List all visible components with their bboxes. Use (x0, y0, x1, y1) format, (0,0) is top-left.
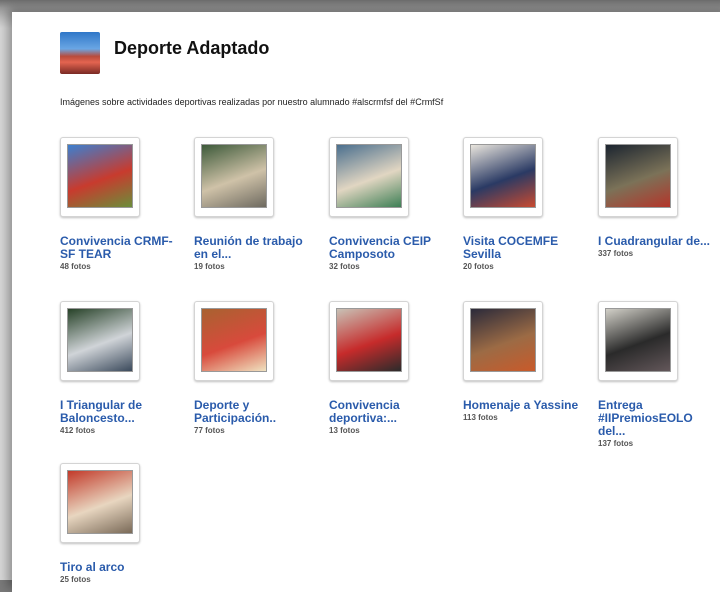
album-photo-count: 412 fotos (60, 426, 96, 435)
album-title[interactable]: Deporte y Participación.. 77 fotos (194, 398, 312, 436)
album-photo-count: 19 fotos (194, 262, 225, 271)
album-photo (470, 308, 536, 372)
album-title[interactable]: I Cuadrangular de... 337 fotos (598, 234, 716, 259)
album-thumbnail[interactable] (463, 137, 543, 217)
album-title-text: Convivencia deportiva:... (329, 398, 400, 425)
album-thumbnail[interactable] (60, 137, 140, 217)
collection-cover-image (60, 32, 100, 74)
album-title[interactable]: Tiro al arco 25 fotos (60, 560, 178, 585)
album-photo-count: 48 fotos (60, 262, 91, 271)
album-title[interactable]: Visita COCEMFE Sevilla 20 fotos (463, 234, 581, 272)
album-photo (67, 308, 133, 372)
album-photo-count: 77 fotos (194, 426, 225, 435)
album-thumbnail[interactable] (194, 137, 274, 217)
album-photo (201, 308, 267, 372)
album-thumbnail[interactable] (194, 301, 274, 381)
album-photo-count: 20 fotos (463, 262, 494, 271)
album-thumbnail[interactable] (598, 137, 678, 217)
album-title-text: Tiro al arco (60, 560, 125, 574)
album-photo (605, 144, 671, 208)
album-title-text: Convivencia CRMF-SF TEAR (60, 234, 173, 261)
album-photo (67, 144, 133, 208)
album-title-text: Reunión de trabajo en el... (194, 234, 303, 261)
album-title-text: I Triangular de Baloncesto... (60, 398, 143, 425)
album-thumbnail[interactable] (60, 301, 140, 381)
album-title-text: Deporte y Participación.. (194, 398, 277, 425)
album-title[interactable]: I Triangular de Baloncesto... 412 fotos (60, 398, 178, 436)
album-photo (67, 470, 133, 534)
album-title-text: Visita COCEMFE Sevilla (463, 234, 559, 261)
album-title-text: Entrega #IIPremiosEOLO del... (598, 398, 693, 438)
collection-title: Deporte Adaptado (114, 38, 270, 58)
album-thumbnail[interactable] (598, 301, 678, 381)
album-thumbnail[interactable] (463, 301, 543, 381)
album-title-text: Convivencia CEIP Camposoto (329, 234, 431, 261)
album-photo (336, 308, 402, 372)
album-photo (605, 308, 671, 372)
album-title[interactable]: Convivencia deportiva:... 13 fotos (329, 398, 447, 436)
album-photo-count: 137 fotos (598, 439, 634, 448)
album-title[interactable]: Reunión de trabajo en el... 19 fotos (194, 234, 312, 272)
album-thumbnail[interactable] (60, 463, 140, 543)
album-title[interactable]: Homenaje a Yassine 113 fotos (463, 398, 581, 423)
album-title-text: Homenaje a Yassine (463, 398, 579, 412)
album-photo (470, 144, 536, 208)
album-photo (201, 144, 267, 208)
page: Deporte Adaptado Imágenes sobre activida… (12, 12, 720, 592)
album-photo-count: 337 fotos (598, 249, 634, 258)
album-photo-count: 13 fotos (329, 426, 360, 435)
album-thumbnail[interactable] (329, 301, 409, 381)
album-title[interactable]: Convivencia CRMF-SF TEAR 48 fotos (60, 234, 178, 272)
album-photo-count: 113 fotos (463, 413, 498, 422)
album-photo (336, 144, 402, 208)
album-thumbnail[interactable] (329, 137, 409, 217)
album-title[interactable]: Convivencia CEIP Camposoto 32 fotos (329, 234, 447, 272)
collection-description: Imágenes sobre actividades deportivas re… (60, 97, 444, 107)
album-title[interactable]: Entrega #IIPremiosEOLO del... 137 fotos (598, 398, 716, 449)
album-photo-count: 32 fotos (329, 262, 360, 271)
album-title-text: I Cuadrangular de... (598, 234, 711, 248)
